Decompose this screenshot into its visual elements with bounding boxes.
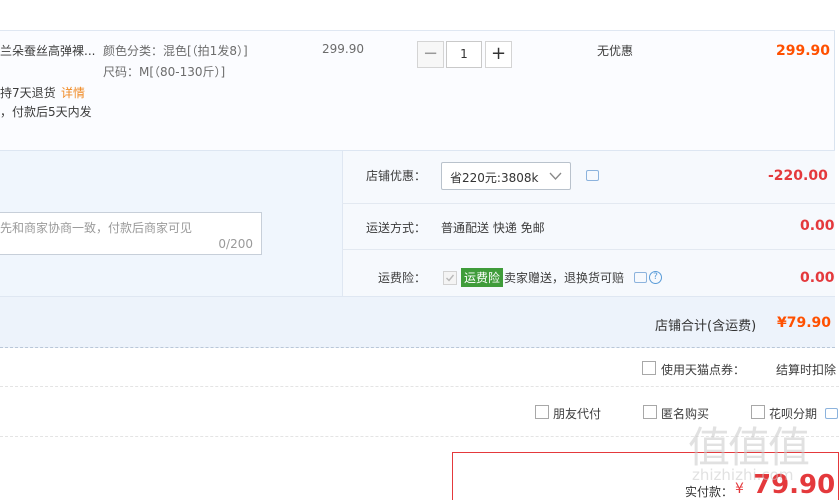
insurance-info-bubble-icon[interactable] <box>634 272 647 283</box>
check-icon <box>446 274 455 282</box>
insurance-checkbox[interactable] <box>443 271 457 285</box>
coupon-select[interactable]: 省220元:3808k <box>441 162 571 190</box>
note-counter: 0/200 <box>218 237 253 251</box>
insurance-description: 卖家赠送，退换货可赔 <box>504 271 625 285</box>
shipping-method: 普通配送 快递 免邮 <box>441 221 545 235</box>
item-discount: 无优惠 <box>597 44 634 58</box>
return-policy: 持7天退货 <box>0 86 56 100</box>
huabei-info-bubble-icon[interactable] <box>825 408 838 419</box>
shipping-amount: 0.00 <box>800 218 835 234</box>
shipping-label: 运送方式： <box>366 221 427 235</box>
buyer-note-textarea[interactable]: 先和商家协商一致，付款后商家可见 0/200 <box>0 212 262 255</box>
sku-size: 尺码：M[（80-130斤）] <box>103 65 226 79</box>
divider <box>0 386 839 387</box>
quantity-input[interactable]: 1 <box>446 41 482 68</box>
friend-pay-label: 朋友代付 <box>553 407 602 421</box>
checkout-deduct-note: 结算时扣除 <box>776 363 837 377</box>
return-detail-link[interactable]: 详情 <box>61 84 85 101</box>
ship-note: ，付款后5天内发 <box>0 105 92 119</box>
coupon-selected: 省220元:3808k <box>450 171 539 185</box>
coupon-label: 店铺优惠： <box>366 169 427 183</box>
sku-color: 颜色分类：混色[（拍1发8）] <box>103 44 248 58</box>
friend-pay-checkbox[interactable] <box>535 405 549 419</box>
tmall-points-checkbox[interactable] <box>642 361 656 375</box>
divider <box>342 203 835 204</box>
insurance-badge: 运费险 <box>461 268 504 287</box>
insurance-amount: 0.00 <box>800 270 835 286</box>
shop-total-label: 店铺合计(含运费) <box>655 319 757 334</box>
coupon-info-bubble-icon[interactable] <box>586 170 599 181</box>
watermark-url: zhizhizhi.com <box>692 466 794 484</box>
item-subtotal: 299.90 <box>776 43 831 59</box>
shop-note-panel: 先和商家协商一致，付款后商家可见 0/200 <box>0 151 342 297</box>
divider <box>342 249 835 250</box>
tmall-points-label: 使用天猫点券： <box>661 363 746 377</box>
divider <box>834 31 835 151</box>
payment-label: 实付款： <box>685 485 734 499</box>
quantity-decrease-button[interactable]: − <box>417 41 444 68</box>
shop-total-amount: ¥79.90 <box>777 315 832 331</box>
anonymous-checkbox[interactable] <box>643 405 657 419</box>
coupon-amount: -220.00 <box>768 168 828 184</box>
insurance-label: 运费险： <box>378 271 427 285</box>
note-placeholder: 先和商家协商一致，付款后商家可见 <box>0 221 193 235</box>
quantity-increase-button[interactable]: + <box>485 41 512 68</box>
unit-price: 299.90 <box>322 42 364 56</box>
chevron-down-icon <box>549 172 562 180</box>
item-title-link[interactable]: 兰朵蚕丝高弹裸... <box>0 42 95 59</box>
help-icon[interactable]: ? <box>649 271 662 284</box>
